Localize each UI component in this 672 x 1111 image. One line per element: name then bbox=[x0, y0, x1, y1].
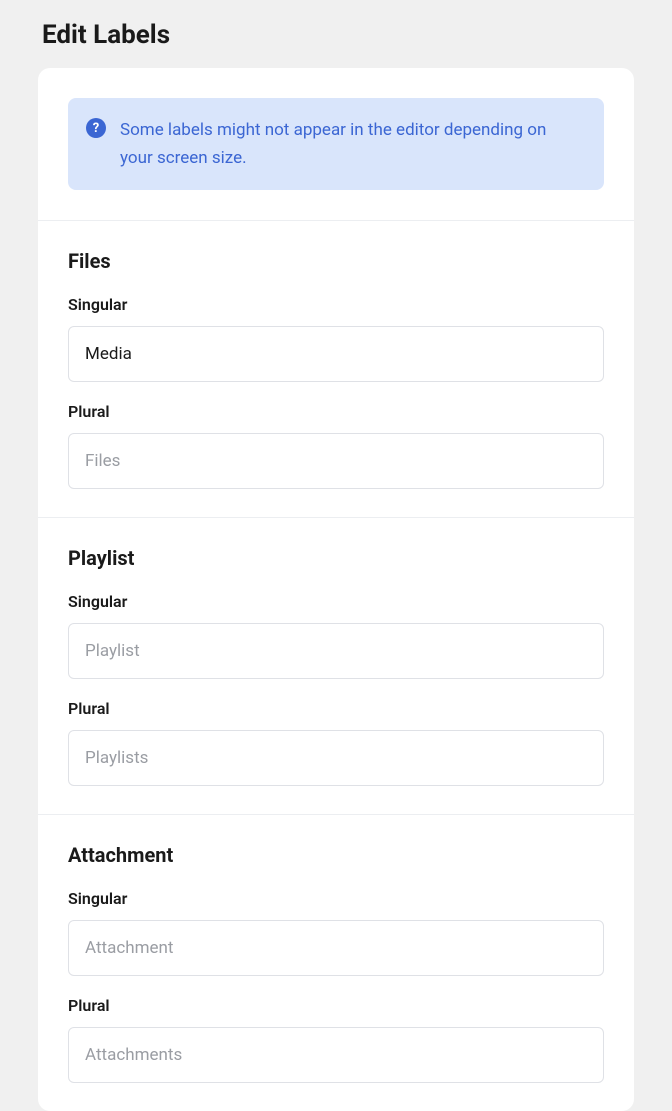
section-attachment: Attachment Singular Plural bbox=[38, 814, 634, 1111]
playlist-singular-label: Singular bbox=[68, 592, 604, 611]
section-title-files: Files bbox=[68, 249, 604, 273]
files-singular-label: Singular bbox=[68, 295, 604, 314]
section-title-attachment: Attachment bbox=[68, 843, 604, 867]
section-playlist: Playlist Singular Plural bbox=[38, 517, 634, 814]
attachment-plural-label: Plural bbox=[68, 996, 604, 1015]
question-icon: ? bbox=[86, 118, 106, 138]
page-title: Edit Labels bbox=[0, 0, 672, 68]
playlist-singular-input[interactable] bbox=[68, 623, 604, 679]
attachment-singular-label: Singular bbox=[68, 889, 604, 908]
attachment-singular-input[interactable] bbox=[68, 920, 604, 976]
playlist-plural-label: Plural bbox=[68, 699, 604, 718]
files-plural-input[interactable] bbox=[68, 433, 604, 489]
playlist-plural-input[interactable] bbox=[68, 730, 604, 786]
files-plural-label: Plural bbox=[68, 402, 604, 421]
info-text: Some labels might not appear in the edit… bbox=[120, 116, 580, 172]
attachment-plural-input[interactable] bbox=[68, 1027, 604, 1083]
section-title-playlist: Playlist bbox=[68, 546, 604, 570]
edit-labels-card: ? Some labels might not appear in the ed… bbox=[38, 68, 634, 1111]
info-banner: ? Some labels might not appear in the ed… bbox=[68, 98, 604, 190]
files-singular-input[interactable] bbox=[68, 326, 604, 382]
section-files: Files Singular Plural bbox=[38, 220, 634, 517]
